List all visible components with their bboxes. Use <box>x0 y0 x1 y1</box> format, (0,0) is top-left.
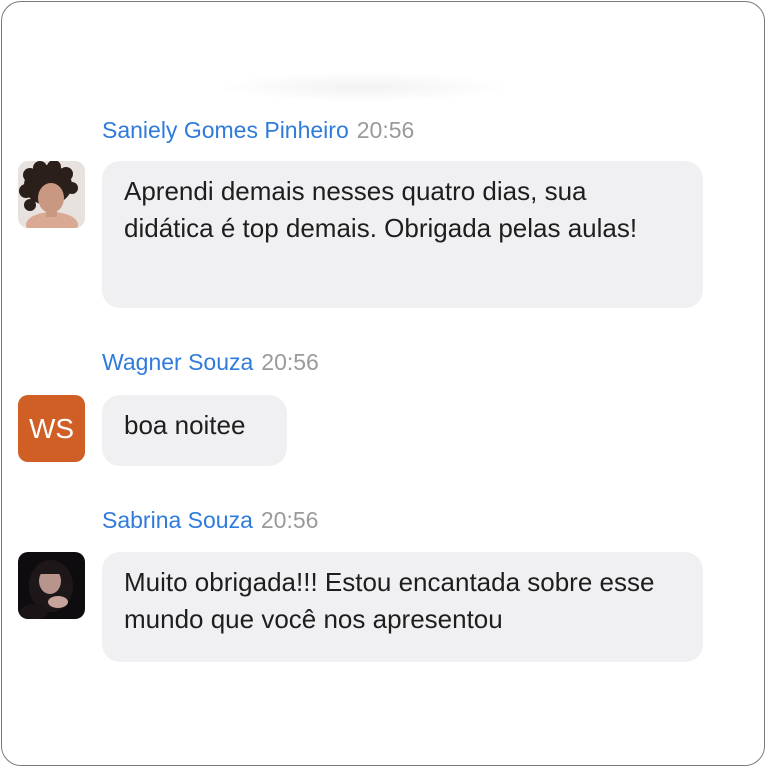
sender-name[interactable]: Wagner Souza <box>102 349 253 375</box>
message-time: 20:56 <box>356 117 415 143</box>
message-header: Saniely Gomes Pinheiro 20:56 <box>102 116 414 144</box>
message-bubble: Muito obrigada!!! Estou encantada sobre … <box>102 552 703 662</box>
sender-name[interactable]: Saniely Gomes Pinheiro <box>102 117 349 143</box>
chat-window: Saniely Gomes Pinheiro 20:56 Aprendi dema… <box>1 1 765 766</box>
avatar[interactable] <box>18 161 85 228</box>
message-time: 20:56 <box>260 507 319 533</box>
message-text: Aprendi demais nesses quatro dias, sua d… <box>124 176 638 243</box>
message-header: Wagner Souza 20:56 <box>102 348 319 376</box>
message-text: Muito obrigada!!! Estou encantada sobre … <box>124 567 655 634</box>
user-photo-dark-icon <box>18 552 85 619</box>
message-time: 20:56 <box>261 349 319 375</box>
avatar-initials-text: WS <box>28 412 75 444</box>
message-header: Sabrina Souza 20:56 <box>102 506 318 534</box>
message-text: boa noitee <box>124 410 246 440</box>
sender-name[interactable]: Sabrina Souza <box>102 507 253 533</box>
avatar[interactable] <box>18 552 85 619</box>
user-photo-curly-hair-icon <box>18 161 85 228</box>
message-bubble: boa noitee <box>102 395 287 466</box>
avatar-initials[interactable]: WS <box>18 395 85 462</box>
scroll-shadow <box>212 72 512 102</box>
message-bubble: Aprendi demais nesses quatro dias, sua d… <box>102 161 703 308</box>
